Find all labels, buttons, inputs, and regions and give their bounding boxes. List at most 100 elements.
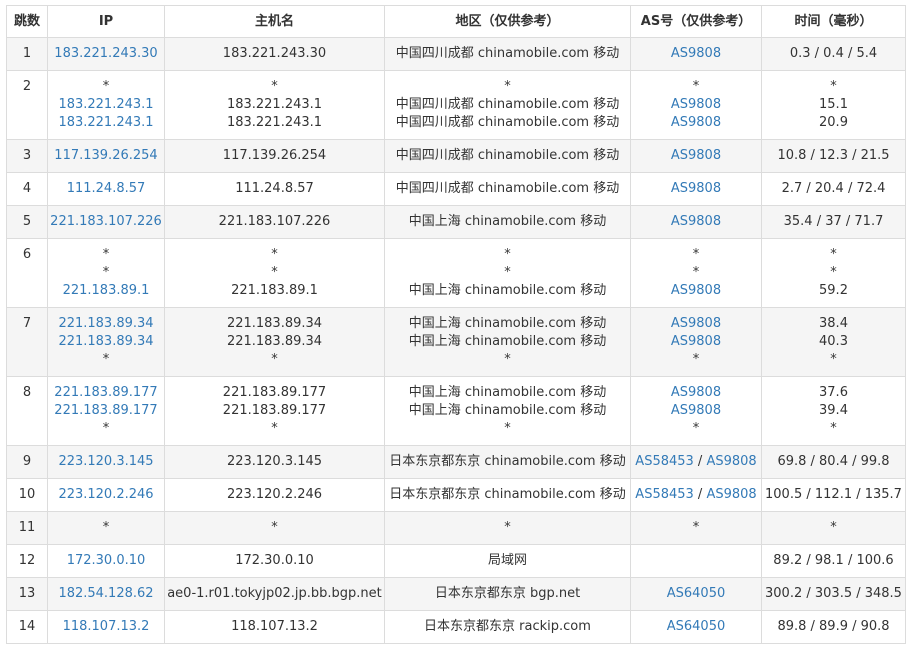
host-cell: 223.120.3.145 (164, 445, 385, 479)
as-link[interactable]: AS9808 (671, 46, 721, 61)
as-line: AS9808 (631, 213, 761, 231)
geo-cell: * 中国四川成都 chinamobile.com 移动 中国四川成都 chinamo… (384, 70, 631, 140)
ip-link[interactable]: 221.183.89.177 (54, 385, 157, 400)
ip-link[interactable]: 221.183.89.34 (58, 334, 153, 349)
traceroute-table: 跳数 IP 主机名 地区（仅供参考） AS号（仅供参考） 时间（毫秒） 1 183… (6, 5, 906, 644)
as-cell: * (630, 511, 762, 545)
time-line: * (830, 520, 837, 535)
ip-link[interactable]: 172.30.0.10 (67, 553, 146, 568)
as-link[interactable]: AS9808 (671, 385, 721, 400)
time-cell: 89.8 / 89.9 / 90.8 (761, 610, 906, 644)
as-link[interactable]: AS9808 (671, 214, 721, 229)
host-line: * (271, 265, 278, 280)
as-link[interactable]: AS9808 (671, 403, 721, 418)
ip-line: 221.183.89.34 (48, 333, 164, 351)
ip-line: * (102, 247, 110, 262)
host-line: 183.221.243.1 (226, 97, 323, 112)
as-line: AS9808 (631, 114, 761, 132)
geo-line: 日本东京都东京 bgp.net (434, 586, 581, 601)
host-line: * (271, 247, 278, 262)
host-cell: 117.139.26.254 (164, 139, 385, 173)
hop-row: 3 117.139.26.254 117.139.26.254 中国四川成都 chin… (6, 139, 906, 173)
ip-link[interactable]: 223.120.2.246 (58, 487, 153, 502)
as-link[interactable]: AS9808 (671, 148, 721, 163)
host-line: 221.183.89.177 (222, 403, 327, 418)
host-line: 223.120.3.145 (226, 454, 323, 469)
time-line: * (830, 79, 837, 94)
geo-cell: 局域网 (384, 544, 631, 578)
as-link[interactable]: AS9808 (671, 334, 721, 349)
host-cell: 223.120.2.246 (164, 478, 385, 512)
as-link[interactable]: AS9808 (706, 487, 756, 502)
time-line: 15.1 (819, 97, 848, 112)
geo-line: 中国四川成都 chinamobile.com 移动 (395, 148, 620, 163)
ip-line: 111.24.8.57 (48, 180, 164, 198)
as-line: AS9808 (631, 315, 761, 333)
as-link[interactable]: AS9808 (671, 316, 721, 331)
ip-link[interactable]: 111.24.8.57 (67, 181, 146, 196)
time-line: 100.5 / 112.1 / 135.7 (765, 487, 902, 502)
as-link[interactable]: AS9808 (671, 181, 721, 196)
time-cell: 69.8 / 80.4 / 99.8 (761, 445, 906, 479)
as-separator: / (693, 487, 707, 502)
time-line: 40.3 (819, 334, 848, 349)
time-line: 89.2 / 98.1 / 100.6 (773, 553, 894, 568)
host-line: 221.183.89.177 (222, 385, 327, 400)
time-line: 2.7 / 20.4 / 72.4 (781, 181, 886, 196)
ip-line: 221.183.89.177 (48, 384, 164, 402)
geo-cell: 中国上海 chinamobile.com 移动 中国上海 chinamobile.… (384, 307, 631, 377)
as-cell: * AS9808 AS9808 (630, 70, 762, 140)
as-link[interactable]: AS9808 (671, 97, 721, 112)
ip-cell: * (47, 511, 165, 545)
host-line: 172.30.0.10 (235, 553, 314, 568)
ip-link[interactable]: 118.107.13.2 (63, 619, 150, 634)
time-line: 300.2 / 303.5 / 348.5 (765, 586, 902, 601)
ip-cell: 221.183.89.34 221.183.89.34 * (47, 307, 165, 377)
ip-line: * (102, 520, 110, 535)
host-cell: ae0-1.r01.tokyjp02.jp.bb.bgp.net (164, 577, 385, 611)
as-link[interactable]: AS64050 (667, 586, 726, 601)
as-link[interactable]: AS64050 (667, 619, 726, 634)
ip-line: 183.221.243.30 (48, 45, 164, 63)
as-link[interactable]: AS9808 (706, 454, 756, 469)
ip-link[interactable]: 183.221.243.1 (58, 115, 153, 130)
ip-link[interactable]: 221.183.107.226 (50, 214, 162, 229)
as-link[interactable]: AS58453 (635, 454, 694, 469)
hop-row: 9 223.120.3.145 223.120.3.145 日本东京都东京 china… (6, 445, 906, 479)
geo-cell: 日本东京都东京 bgp.net (384, 577, 631, 611)
as-cell: AS58453 / AS9808 (630, 478, 762, 512)
as-star: * (692, 352, 700, 367)
ip-link[interactable]: 182.54.128.62 (58, 586, 153, 601)
ip-link[interactable]: 183.221.243.30 (54, 46, 157, 61)
header-row: 跳数 IP 主机名 地区（仅供参考） AS号（仅供参考） 时间（毫秒） (6, 5, 906, 38)
as-link[interactable]: AS9808 (671, 115, 721, 130)
as-line: AS9808 (631, 402, 761, 420)
ip-link[interactable]: 221.183.89.1 (63, 283, 150, 298)
ip-cell: 182.54.128.62 (47, 577, 165, 611)
as-link[interactable]: AS58453 (635, 487, 694, 502)
time-cell: 100.5 / 112.1 / 135.7 (761, 478, 906, 512)
as-line: AS9808 (631, 180, 761, 198)
ip-line: 221.183.89.177 (48, 402, 164, 420)
hop-number: 2 (6, 70, 48, 140)
ip-link[interactable]: 221.183.89.177 (54, 403, 157, 418)
host-cell: * (164, 511, 385, 545)
time-line: 89.8 / 89.9 / 90.8 (777, 619, 890, 634)
ip-cell: 223.120.3.145 (47, 445, 165, 479)
as-cell: AS9808 AS9808 * (630, 376, 762, 446)
time-cell: 10.8 / 12.3 / 21.5 (761, 139, 906, 173)
ip-link[interactable]: 183.221.243.1 (58, 97, 153, 112)
ip-line: 223.120.3.145 (48, 453, 164, 471)
host-cell: 118.107.13.2 (164, 610, 385, 644)
as-link[interactable]: AS9808 (671, 283, 721, 298)
hop-row: 12 172.30.0.10 172.30.0.10 局域网 89.2 / 98.1 … (6, 544, 906, 578)
ip-link[interactable]: 223.120.3.145 (58, 454, 153, 469)
geo-line: * (504, 247, 511, 262)
geo-line: * (504, 79, 511, 94)
time-cell: 89.2 / 98.1 / 100.6 (761, 544, 906, 578)
hop-row: 10 223.120.2.246 223.120.2.246 日本东京都东京 chin… (6, 478, 906, 512)
ip-link[interactable]: 117.139.26.254 (54, 148, 157, 163)
ip-link[interactable]: 221.183.89.34 (58, 316, 153, 331)
host-line: 223.120.2.246 (226, 487, 323, 502)
geo-cell: 日本东京都东京 rackip.com (384, 610, 631, 644)
